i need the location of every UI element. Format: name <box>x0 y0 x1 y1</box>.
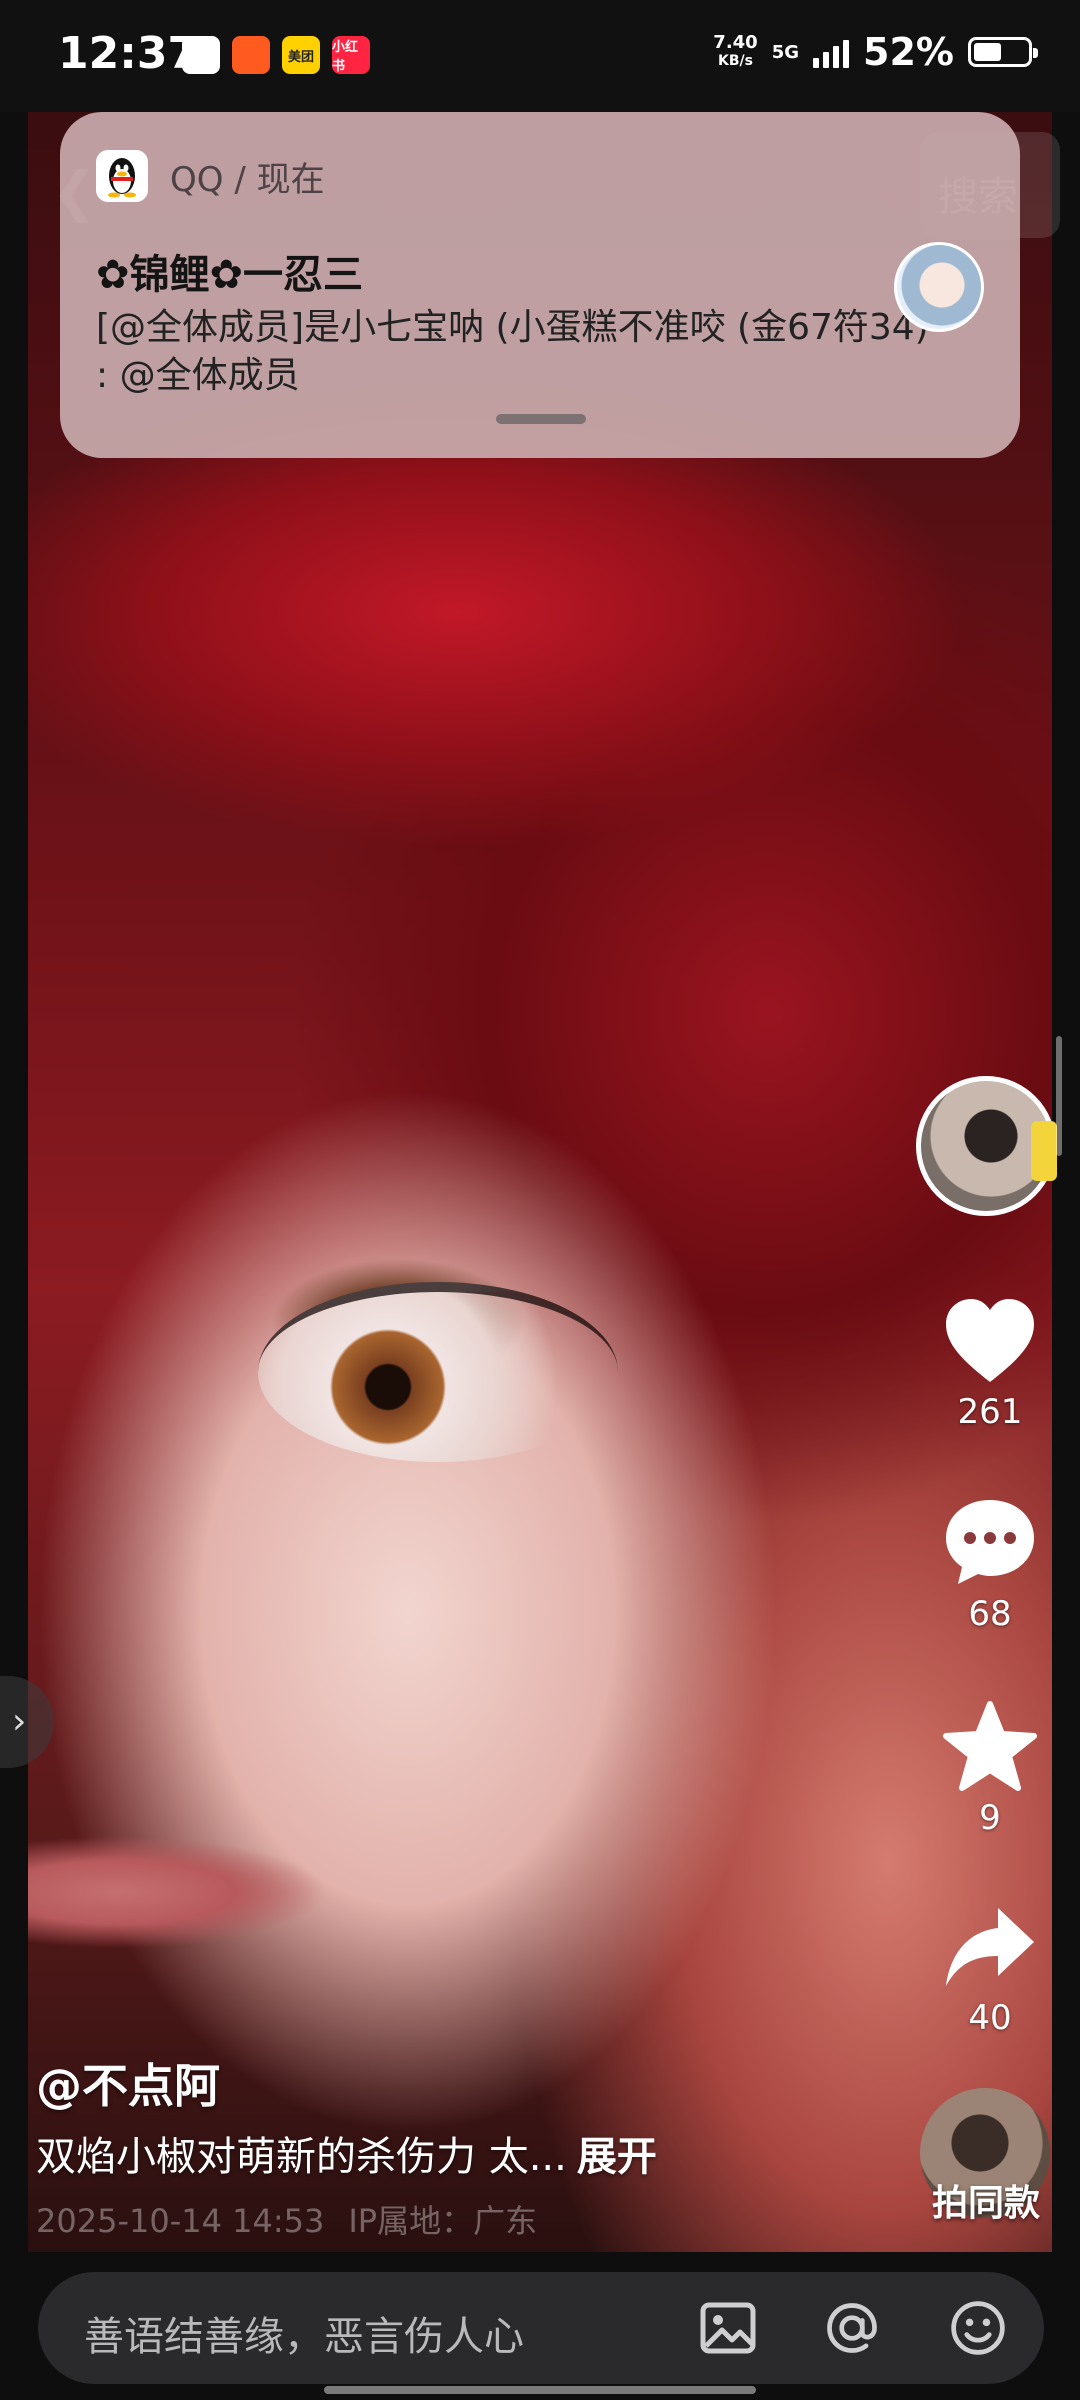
comment-count: 68 <box>968 1594 1012 1634</box>
qq-app-icon <box>182 36 220 74</box>
network-type: 5G <box>771 41 800 63</box>
favorite-count: 9 <box>979 1798 1001 1838</box>
comment-dots-icon <box>946 1500 1034 1584</box>
video-description: 双焰小椒对萌新的杀伤力 太... 展开 <box>36 2124 657 2182</box>
ip-location: IP属地：广东 <box>348 2202 538 2240</box>
network-speed: 7.40 KB/s <box>713 32 758 70</box>
sender-avatar <box>894 242 984 332</box>
comment-input[interactable]: 善语结善缘，恶言伤人心 <box>84 2304 524 2362</box>
expand-button[interactable]: 展开 <box>577 2134 657 2180</box>
qq-penguin-icon <box>96 150 148 202</box>
favorite-button[interactable]: 9 <box>940 1700 1040 1838</box>
like-button[interactable]: 261 <box>940 1296 1040 1432</box>
post-date: 2025-10-14 14:53 <box>36 2202 325 2240</box>
image-icon[interactable] <box>698 2298 758 2358</box>
status-time: 12:37 <box>58 28 199 79</box>
share-count: 40 <box>968 1998 1012 2038</box>
video-frame-eye <box>258 1282 618 1462</box>
same-style-label[interactable]: 拍同款 <box>932 2174 1040 2226</box>
notification-app-label: QQ / 现在 <box>170 159 325 200</box>
avatar-badge <box>1031 1121 1057 1181</box>
video-meta: 2025-10-14 14:53 IP属地：广东 <box>36 2196 537 2242</box>
chevron-right-icon: › <box>12 1701 27 1742</box>
emoji-icon[interactable] <box>948 2298 1008 2358</box>
description-text: 双焰小椒对萌新的杀伤力 太... <box>36 2134 567 2180</box>
share-arrow-icon <box>946 1908 1034 1986</box>
meituan-app-icon: 美团 <box>282 36 320 74</box>
signal-icon <box>813 36 850 68</box>
star-icon <box>943 1701 1037 1791</box>
battery-percent: 52% <box>863 30 954 74</box>
qq-notification[interactable]: QQ / 现在 ✿锦鲤✿一忍三 [@全体成员]是小七宝呐 (小蛋糕不准咬 (金6… <box>60 112 1020 458</box>
xiaohongshu-app-icon: 小红书 <box>332 36 370 74</box>
video-frame-lips <box>28 1832 328 1962</box>
notification-drag-handle[interactable] <box>496 414 586 424</box>
like-count: 261 <box>957 1392 1023 1432</box>
comment-button[interactable]: 68 <box>940 1496 1040 1634</box>
comment-bar: 善语结善缘，恶言伤人心 <box>38 2272 1044 2384</box>
status-right-group: 7.40 KB/s 5G 52% <box>713 30 1038 74</box>
status-app-icons: 美团 小红书 <box>182 36 370 74</box>
author-name[interactable]: @不点阿 <box>36 2050 220 2116</box>
creator-avatar[interactable] <box>916 1076 1057 1216</box>
share-button[interactable]: 40 <box>940 1902 1040 2038</box>
notification-title: ✿锦鲤✿一忍三 <box>96 252 364 298</box>
home-gesture-bar[interactable] <box>324 2386 756 2394</box>
battery-icon <box>968 37 1038 67</box>
notification-header: QQ / 现在 <box>96 150 325 202</box>
status-bar: 12:37 美团 小红书 7.40 KB/s 5G 52% <box>0 0 1080 112</box>
mention-icon[interactable] <box>822 2298 882 2358</box>
taobao-app-icon <box>232 36 270 74</box>
heart-icon <box>946 1299 1034 1382</box>
scroll-indicator <box>1056 1036 1062 1156</box>
notification-body: [@全体成员]是小七宝呐 (小蛋糕不准咬 (金67符34) : @全体成员 <box>96 307 929 396</box>
